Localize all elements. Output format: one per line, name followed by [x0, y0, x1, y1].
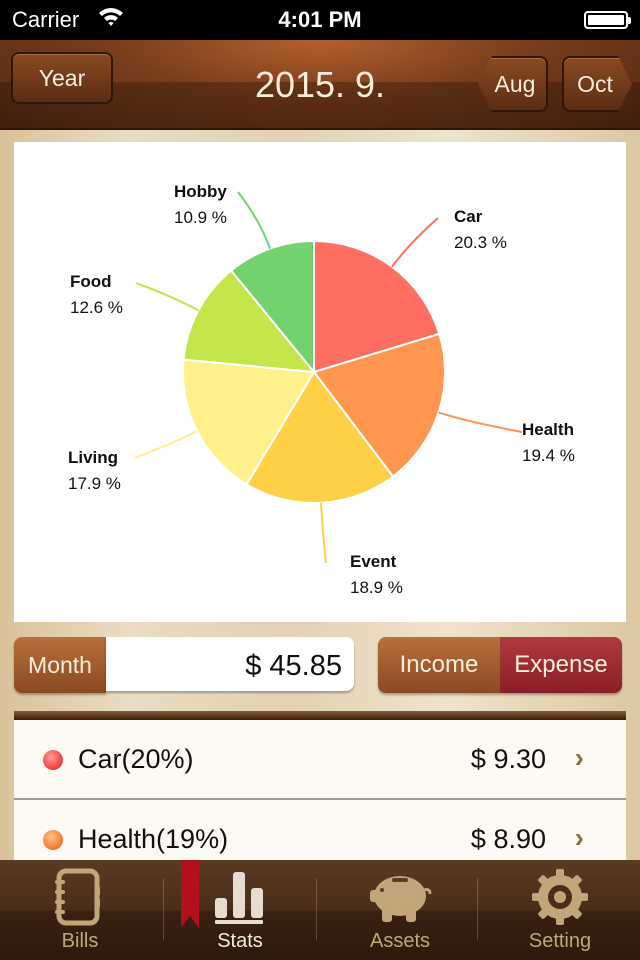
period-button[interactable]: Month: [14, 637, 106, 693]
pie-label-car: Car 20.3 %: [454, 207, 507, 252]
leader-line-hobby: [237, 191, 271, 249]
category-amount: $ 8.90: [470, 824, 546, 854]
period-total: Month $ 45.85: [14, 637, 354, 693]
list-header-bar: [14, 711, 626, 720]
pie-chart-svg: [133, 191, 523, 564]
status-bar: Carrier 4:01 PM: [0, 0, 640, 40]
battery-icon: [584, 11, 631, 29]
list-item[interactable]: Car(20%) $ 9.30 ›: [14, 720, 626, 800]
category-label: Car(20%): [78, 744, 194, 774]
list-item[interactable]: Health(19%) $ 8.90 ›: [14, 800, 626, 860]
type-segmented-control: Income Expense: [378, 637, 622, 693]
pie-label-hobby: Hobby 10.9 %: [174, 182, 227, 227]
pie-label-food: Food 12.6 %: [70, 272, 123, 317]
clock: 4:01 PM: [278, 7, 362, 32]
total-amount: $ 45.85: [106, 637, 354, 691]
leader-line-living: [133, 430, 198, 459]
tab-assets[interactable]: Assets: [320, 860, 480, 960]
next-month-button[interactable]: Oct: [562, 56, 632, 112]
gear-icon: [531, 868, 589, 931]
leader-line-health: [438, 411, 523, 433]
piggy-bank-icon: [368, 868, 432, 931]
income-tab[interactable]: Income: [378, 637, 500, 693]
category-color-dot: [43, 830, 63, 850]
category-list: Car(20%) $ 9.30 › Health(19%) $ 8.90 ›: [14, 720, 626, 860]
tab-label: Stats: [217, 930, 263, 952]
notebook-icon: [53, 868, 107, 931]
category-color-dot: [43, 750, 63, 770]
category-label: Health(19%): [78, 824, 229, 854]
pie-chart: Car 20.3 % Health 19.4 % Event 18.9 % Livin…: [14, 142, 626, 622]
category-amount: $ 9.30: [470, 744, 546, 774]
tab-label: Assets: [369, 930, 431, 952]
leader-line-food: [135, 282, 199, 312]
tab-bar: Bills Stats Assets Setting: [0, 860, 640, 960]
chevron-right-icon: ›: [574, 822, 584, 853]
tab-label: Setting: [528, 930, 592, 952]
tab-label: Bills: [61, 930, 99, 952]
prev-month-button[interactable]: Aug: [478, 56, 548, 112]
tab-bills[interactable]: Bills: [0, 860, 160, 960]
expense-tab[interactable]: Expense: [500, 637, 622, 693]
pie-label-health: Health 19.4 %: [522, 420, 575, 465]
leader-line-event: [319, 502, 327, 564]
tab-setting[interactable]: Setting: [480, 860, 640, 960]
pie-label-event: Event 18.9 %: [350, 552, 403, 597]
bar-chart-icon: [213, 868, 267, 931]
leader-line-car: [391, 217, 439, 268]
chevron-right-icon: ›: [574, 742, 584, 773]
nav-bar: Year 2015. 9. Aug Oct: [0, 40, 640, 130]
pie-label-living: Living 17.9 %: [68, 448, 121, 493]
